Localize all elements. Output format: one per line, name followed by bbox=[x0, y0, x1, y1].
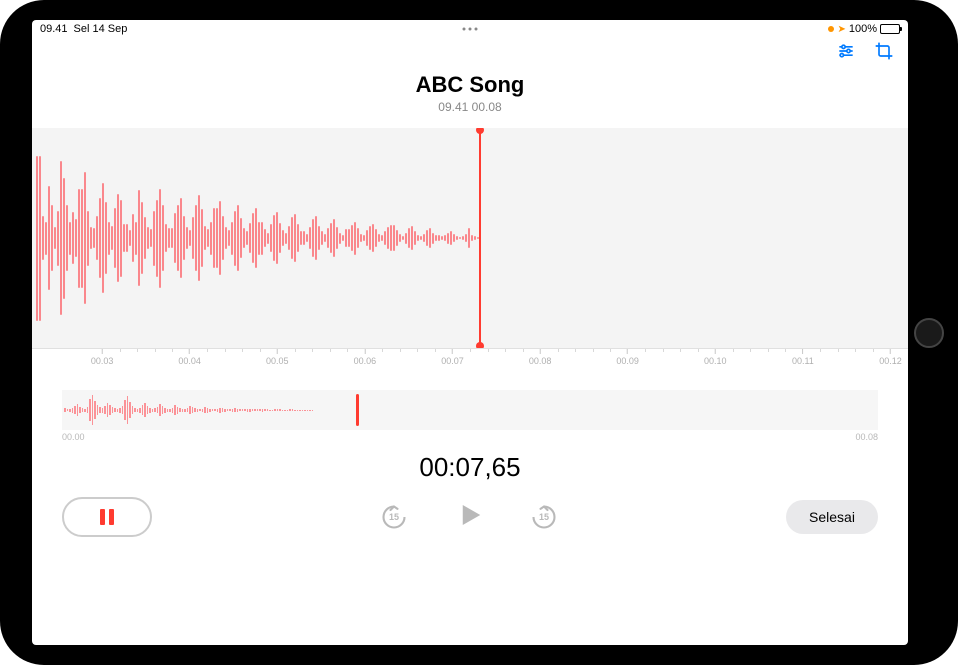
ruler-tick: 00.10 bbox=[704, 349, 727, 366]
overview-end-time: 00.08 bbox=[855, 432, 878, 442]
playback-controls: 15 15 Selesai bbox=[32, 483, 908, 557]
status-date: Sel 14 Sep bbox=[74, 23, 128, 35]
ruler-tick: 00.05 bbox=[266, 349, 289, 366]
settings-sliders-icon bbox=[836, 41, 856, 66]
done-button[interactable]: Selesai bbox=[786, 500, 878, 534]
ruler-tick: 00.03 bbox=[91, 349, 114, 366]
waveform-main[interactable] bbox=[32, 128, 908, 348]
ruler-tick: 00.11 bbox=[792, 349, 814, 366]
screen: 09.41 Sel 14 Sep ➤ 100% bbox=[32, 20, 908, 645]
overview-time-labels: 00.00 00.08 bbox=[62, 432, 878, 442]
recording-subtitle: 09.41 00.08 bbox=[32, 100, 908, 114]
recording-header: ABC Song 09.41 00.08 bbox=[32, 72, 908, 114]
ipad-frame: 09.41 Sel 14 Sep ➤ 100% bbox=[0, 0, 958, 665]
waveform-overview[interactable] bbox=[62, 390, 878, 430]
ruler-tick: 00.07 bbox=[441, 349, 464, 366]
location-icon: ➤ bbox=[837, 24, 845, 35]
battery-percent: 100% bbox=[849, 23, 877, 35]
toolbar bbox=[32, 38, 908, 68]
pause-icon bbox=[100, 509, 114, 525]
play-button[interactable] bbox=[454, 500, 484, 535]
time-ruler[interactable]: 00.03 00.04 00.05 00.06 00.07 00.08 00.09 00.10… bbox=[32, 348, 908, 372]
playhead[interactable] bbox=[479, 128, 481, 348]
audio-settings-button[interactable] bbox=[836, 41, 856, 66]
crop-icon bbox=[874, 41, 894, 66]
status-time: 09.41 bbox=[40, 23, 68, 35]
current-timecode: 00:07,65 bbox=[32, 452, 908, 483]
ruler-tick: 00.09 bbox=[616, 349, 639, 366]
mic-in-use-dot-icon bbox=[828, 26, 834, 32]
ruler-tick: 00.04 bbox=[178, 349, 201, 366]
ruler-tick: 00.08 bbox=[529, 349, 552, 366]
play-icon bbox=[454, 500, 484, 530]
trim-button[interactable] bbox=[874, 41, 894, 66]
home-button[interactable] bbox=[914, 318, 944, 348]
skip-back-15-button[interactable]: 15 bbox=[380, 503, 408, 531]
skip-forward-15-button[interactable]: 15 bbox=[530, 503, 558, 531]
battery-icon bbox=[880, 24, 900, 34]
overview-start-time: 00.00 bbox=[62, 432, 85, 442]
ruler-tick: 00.06 bbox=[354, 349, 377, 366]
pause-button[interactable] bbox=[62, 497, 152, 537]
status-bar: 09.41 Sel 14 Sep ➤ 100% bbox=[32, 20, 908, 38]
overview-playhead[interactable] bbox=[356, 394, 359, 426]
recording-title[interactable]: ABC Song bbox=[32, 72, 908, 98]
ruler-tick: 00.12 bbox=[879, 349, 902, 366]
multitask-dots[interactable] bbox=[463, 28, 478, 31]
